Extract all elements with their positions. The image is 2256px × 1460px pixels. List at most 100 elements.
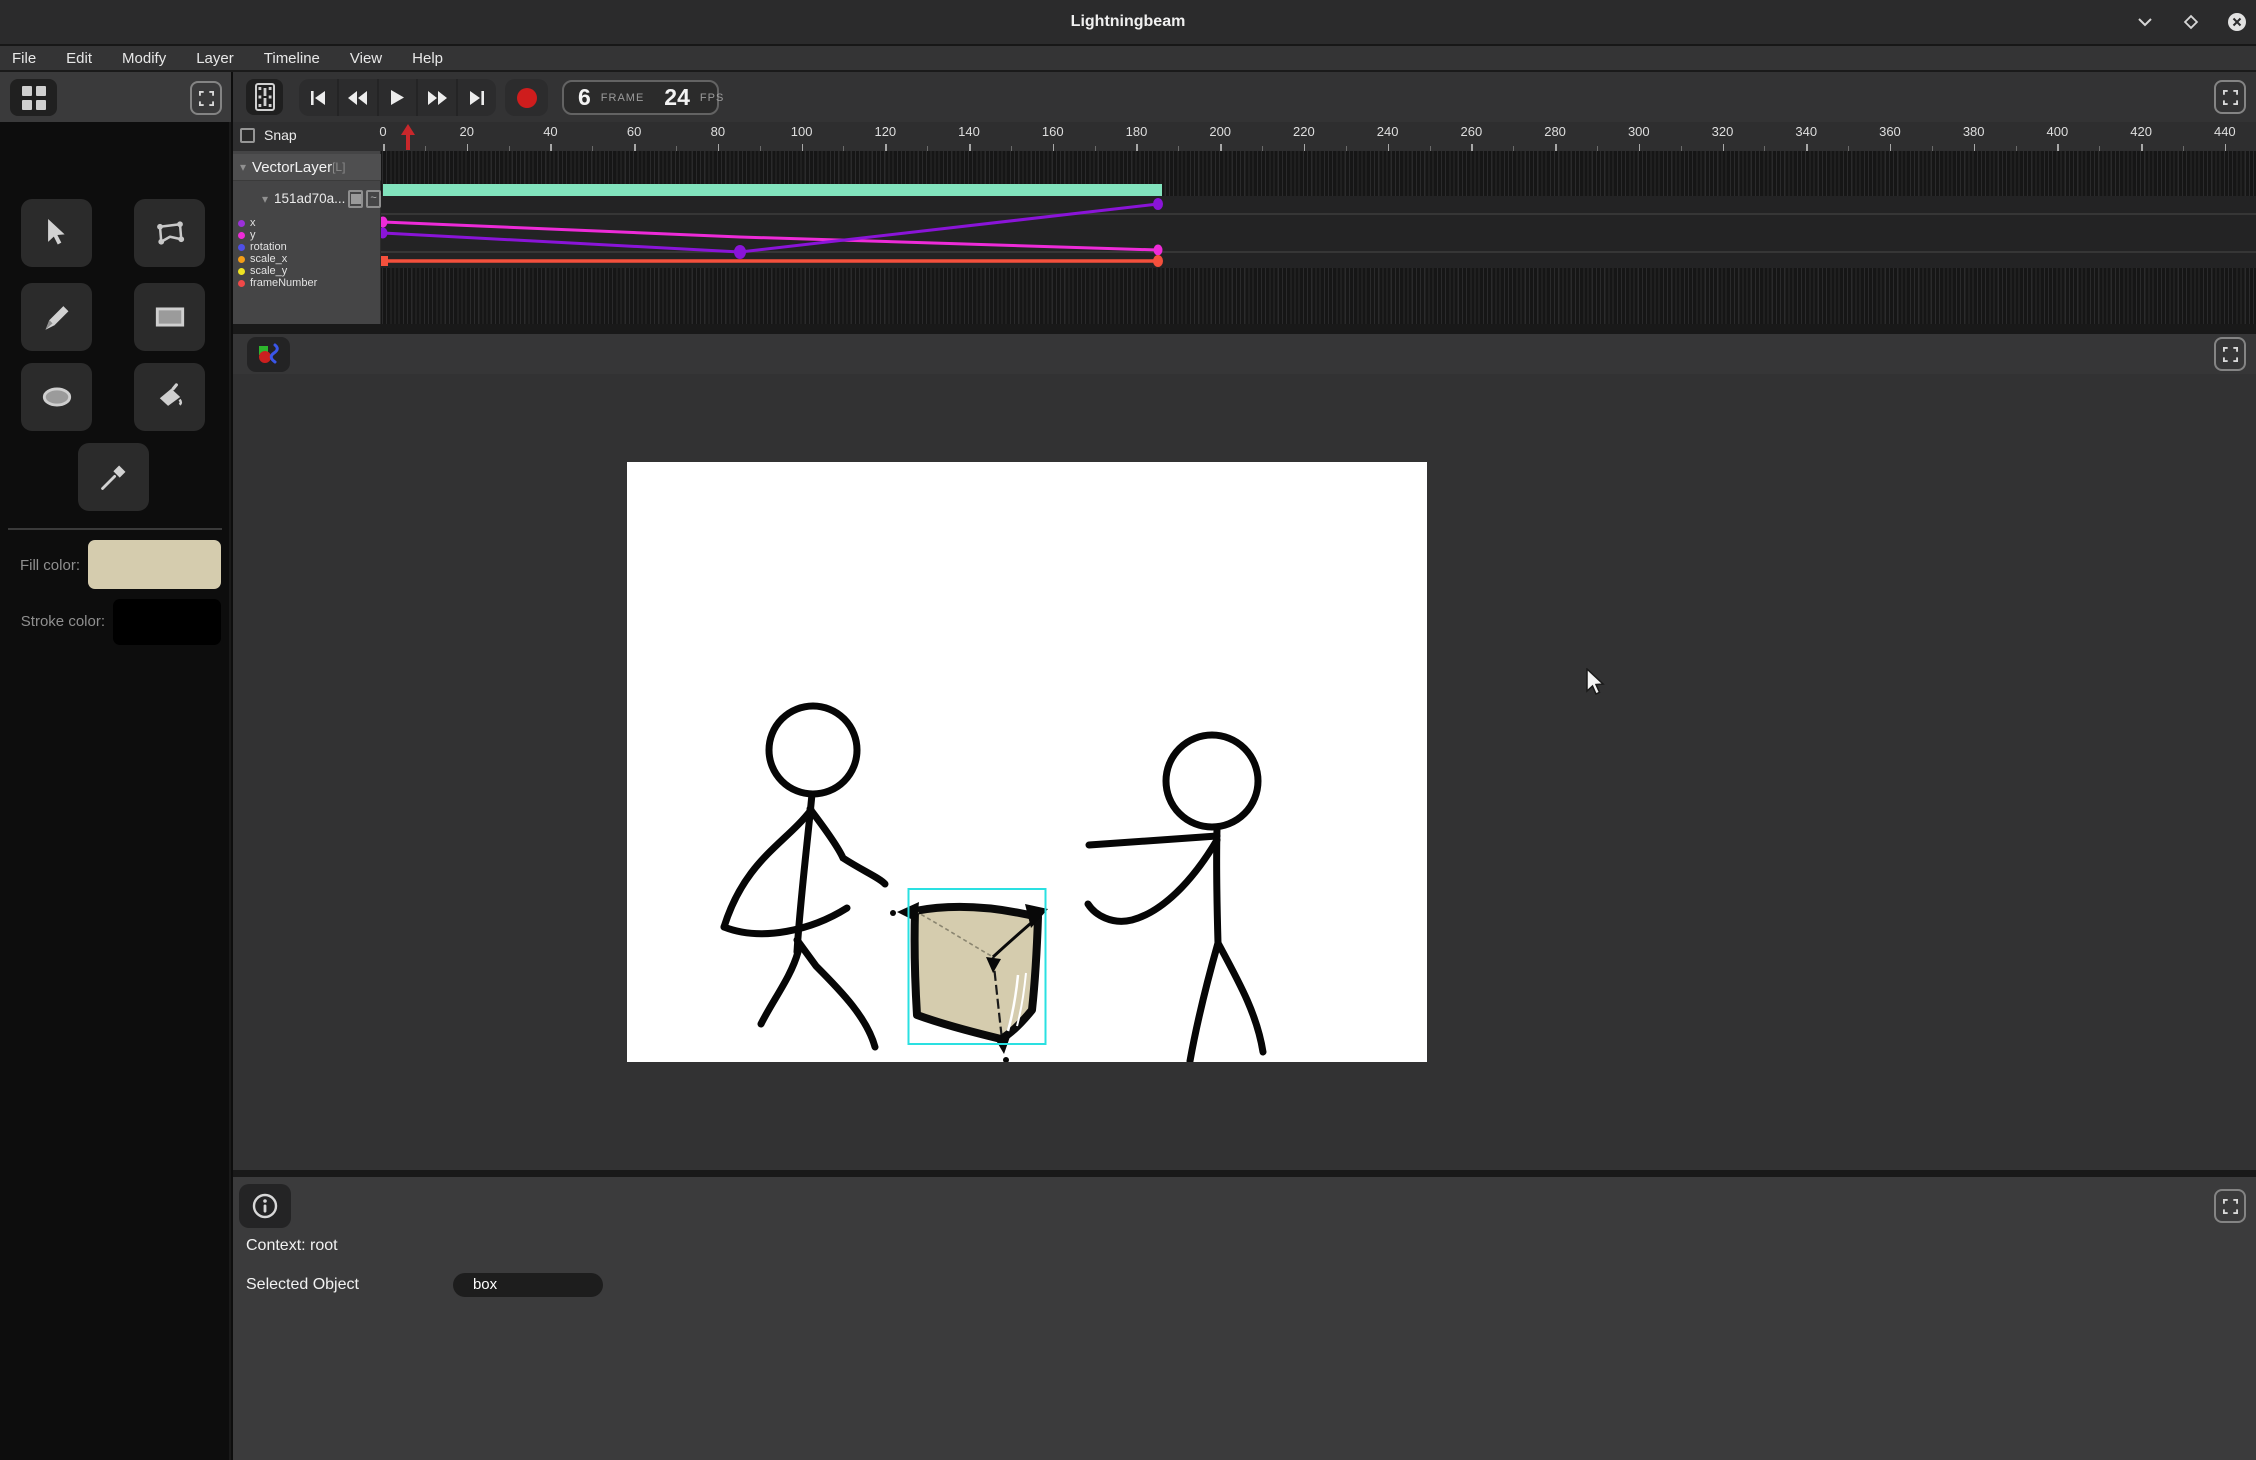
frames-grid[interactable] [381,151,2256,324]
object-ease-toggle[interactable]: ~ [366,190,381,208]
pencil-tool-button[interactable] [21,283,92,351]
select-tool-button[interactable] [21,199,92,267]
object-row[interactable]: ▾ 151ad70a... ~ [233,185,381,212]
minimize-icon[interactable] [2134,11,2156,33]
go-to-start-button[interactable] [299,79,339,116]
snap-control: Snap [240,127,297,143]
rectangle-tool-button[interactable] [134,283,205,351]
app-window: Lightningbeam File Edit Modify Layer Timelin… [0,0,2256,1460]
menu-item-layer[interactable]: Layer [196,50,234,67]
sidebar-expand-button[interactable] [190,81,222,115]
rewind-button[interactable] [339,79,379,116]
ruler-label: 420 [2130,124,2152,139]
keyframe-handle[interactable] [1153,198,1163,210]
info-expand-button[interactable] [2214,1189,2246,1223]
stage-shapes-icon [257,343,281,367]
menu-item-edit[interactable]: Edit [66,50,92,67]
stage[interactable] [627,462,1427,1062]
collapse-caret-icon[interactable]: ▾ [262,192,268,206]
ruler-label: 20 [459,124,473,139]
ruler-label: 80 [711,124,725,139]
menu-item-help[interactable]: Help [412,50,443,67]
maximize-icon[interactable] [2180,11,2202,33]
layer-row-vectorlayer[interactable]: ▾ VectorLayer [L] [233,154,381,181]
stick-figure-left[interactable] [724,706,885,1047]
fps-label: FPS [700,92,724,104]
fill-color-swatch[interactable] [88,540,221,589]
property-color-dot [238,244,245,251]
info-icon [252,1193,278,1219]
context-text: Context: root [246,1237,338,1255]
property-row-scale_y[interactable]: scale_y [238,265,378,277]
ruler-label: 60 [627,124,641,139]
skip-start-icon [310,91,326,105]
property-row-y[interactable]: y [238,229,378,241]
pencil-icon [43,303,71,331]
snap-label: Snap [264,127,297,143]
ellipse-tool-button[interactable] [21,363,92,431]
curves-svg[interactable] [381,151,2256,324]
canvas-area[interactable] [233,374,2256,1170]
timeline-expand-button[interactable] [2214,80,2246,114]
collapse-caret-icon[interactable]: ▾ [240,160,246,174]
close-icon[interactable] [2226,11,2248,33]
panel-divider [233,1170,2256,1177]
property-row-rotation[interactable]: rotation [238,241,378,253]
object-visibility-toggle[interactable] [348,190,363,208]
window-title: Lightningbeam [0,0,2256,44]
paint-bucket-tool-button[interactable] [134,363,205,431]
keyframe-handle[interactable] [1154,245,1163,256]
timeline-panel-button[interactable] [246,79,283,115]
frame-fps-indicator[interactable]: 6 FRAME 24 FPS [562,80,719,115]
stick-figure-right[interactable] [1088,735,1263,1061]
stage-panel-button[interactable] [247,337,290,372]
keyframe-handle[interactable] [381,256,388,266]
record-icon [517,88,537,108]
fast-forward-button[interactable] [418,79,458,116]
property-color-dot [238,280,245,287]
ruler-label: 240 [1377,124,1399,139]
panel-grid-button[interactable] [10,79,57,116]
ruler-label: 320 [1712,124,1734,139]
info-panel-button[interactable] [239,1184,291,1228]
ruler-label: 160 [1042,124,1064,139]
ruler-label: 120 [874,124,896,139]
menu-item-timeline[interactable]: Timeline [264,50,320,67]
property-row-frameNumber[interactable]: frameNumber [238,277,378,289]
panel-divider [233,324,2256,334]
play-button[interactable] [379,79,419,116]
eyedropper-icon [100,463,128,491]
keyframe-handle[interactable] [734,245,746,259]
ruler-label: 360 [1879,124,1901,139]
menu-item-view[interactable]: View [350,50,382,67]
canvas-expand-button[interactable] [2214,337,2246,371]
playhead[interactable] [400,124,417,150]
layer-span-bar[interactable] [383,184,1162,196]
go-to-end-button[interactable] [458,79,496,116]
ruler-label: 40 [543,124,557,139]
filmstrip-icon [255,83,275,111]
record-button[interactable] [505,79,548,116]
play-icon [391,90,404,105]
prop-box[interactable] [890,889,1048,1062]
frame-value: 6 [578,84,591,111]
menu-item-modify[interactable]: Modify [122,50,166,67]
transform-tool-button[interactable] [134,199,205,267]
stroke-color-swatch[interactable] [113,599,221,645]
ruler-label: 220 [1293,124,1315,139]
property-row-x[interactable]: x [238,217,378,229]
tool-sidebar: Fill color: Stroke color: [0,72,231,1460]
timeline-ruler[interactable]: Snap 02040608010012014016018020022024026… [233,122,2256,151]
eyedropper-tool-button[interactable] [78,443,149,511]
ruler-label: 400 [2047,124,2069,139]
ruler-label: 380 [1963,124,1985,139]
divider [8,528,222,530]
property-row-scale_x[interactable]: scale_x [238,253,378,265]
keyframe-handle[interactable] [1153,255,1163,267]
stage-svg[interactable] [627,462,1427,1062]
snap-checkbox[interactable] [240,128,255,143]
ruler-label: 260 [1461,124,1483,139]
selected-object-input[interactable]: box [453,1273,603,1297]
menu-item-file[interactable]: File [12,50,36,67]
ruler-label: 0 [379,124,386,139]
